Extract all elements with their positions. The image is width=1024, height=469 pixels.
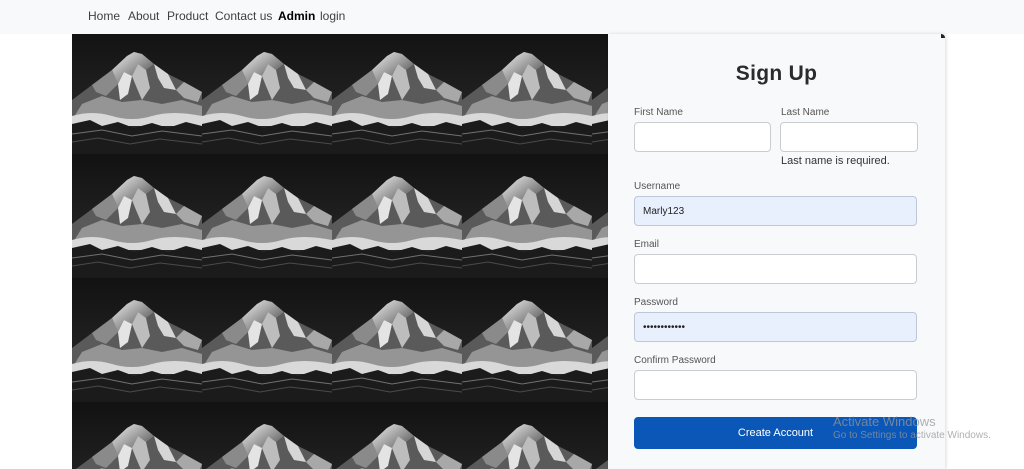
watermark-subtitle: Go to Settings to activate Windows. [833,430,991,441]
hero-mountain-image [72,34,608,469]
nav-link-home[interactable]: Home [88,9,120,23]
nav-link-admin[interactable]: Admin [278,9,315,23]
username-label: Username [634,181,681,192]
first-name-label: First Name [634,107,683,118]
email-label: Email [634,239,660,250]
windows-activation-watermark: Activate Windows Go to Settings to activ… [833,414,991,441]
nav-link-product[interactable]: Product [167,9,208,23]
nav-link-contact-us[interactable]: Contact us [215,9,272,23]
mountain-tile-pattern [72,34,608,469]
username-field[interactable] [634,196,917,226]
password-field[interactable] [634,312,917,342]
last-name-field[interactable] [780,122,918,152]
password-label: Password [634,297,678,308]
last-name-error: Last name is required. [781,155,890,167]
nav-link-login[interactable]: login [320,9,345,23]
email-field[interactable] [634,254,917,284]
top-navbar: Home About Product Contact us Admin logi… [0,0,1024,34]
nav-link-about[interactable]: About [128,9,159,23]
watermark-title: Activate Windows [833,414,936,429]
page-title: Sign Up [735,62,818,85]
first-name-field[interactable] [634,122,771,152]
signup-panel: Sign Up First Name Last Name Last name i… [608,34,945,469]
last-name-label: Last Name [781,107,830,118]
confirm-password-label: Confirm Password [634,355,716,366]
confirm-password-field[interactable] [634,370,917,400]
